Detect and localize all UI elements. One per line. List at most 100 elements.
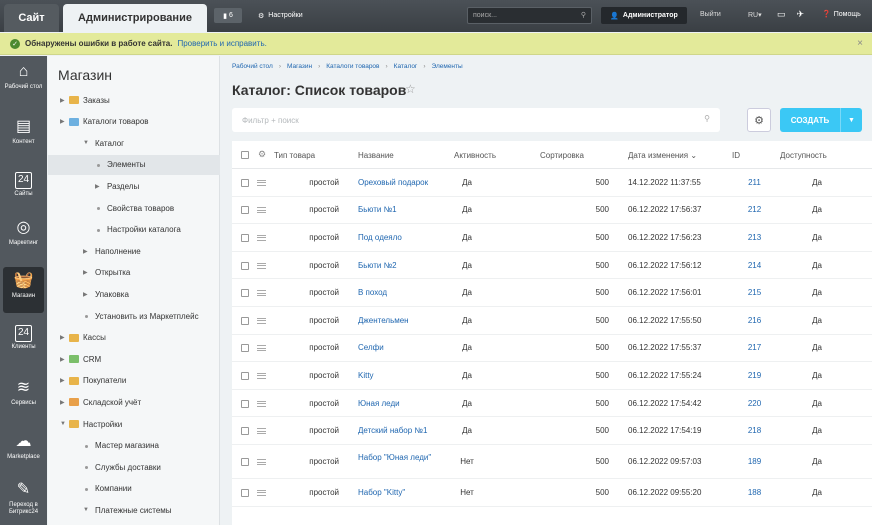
close-icon[interactable]: ×: [857, 38, 863, 49]
cell-name[interactable]: Бьюти №2: [358, 261, 443, 270]
menu-item[interactable]: Элементы: [48, 154, 220, 175]
chevron-right-icon[interactable]: ▶: [60, 377, 65, 384]
cell-name[interactable]: Детский набор №1: [358, 426, 443, 435]
drag-handle-icon[interactable]: [257, 372, 266, 379]
drag-handle-icon[interactable]: [257, 290, 266, 297]
chevron-down-icon[interactable]: ▼: [83, 507, 89, 513]
col-sort[interactable]: Сортировка: [540, 151, 584, 160]
chevron-right-icon[interactable]: ▶: [60, 97, 65, 104]
menu-item[interactable]: ▶ CRM: [48, 349, 220, 369]
row-checkbox[interactable]: [241, 261, 249, 270]
menu-item[interactable]: ▶ Складской учёт: [48, 392, 220, 412]
drag-handle-icon[interactable]: [257, 428, 266, 435]
nav-item-basket[interactable]: 🧺 Магазин: [3, 267, 44, 313]
menu-item[interactable]: ▶ Наполнение: [48, 241, 220, 261]
table-row[interactable]: простой Джентельмен Да 500 06.12.2022 17:55:…: [232, 307, 872, 335]
cell-id[interactable]: 219: [732, 371, 777, 380]
menu-item[interactable]: ▶ Упаковка: [48, 284, 220, 304]
logout-link[interactable]: Выйти: [700, 11, 721, 18]
drag-handle-icon[interactable]: [257, 317, 266, 324]
cell-name[interactable]: Набор "Юная леди": [358, 453, 443, 462]
chevron-right-icon[interactable]: ▶: [83, 248, 88, 255]
breadcrumb-item[interactable]: Рабочий стол: [232, 63, 273, 70]
select-all-checkbox[interactable]: [241, 151, 249, 159]
row-checkbox[interactable]: [241, 178, 249, 187]
menu-item[interactable]: ▶ Каталоги товаров: [48, 112, 220, 132]
drag-handle-icon[interactable]: [257, 489, 266, 496]
nav-item-target[interactable]: ◎ Маркетинг: [0, 214, 47, 260]
nav-item-bitrix24[interactable]: ✎ Переход в Битрикс24: [0, 476, 47, 522]
cell-name[interactable]: Джентельмен: [358, 316, 443, 325]
menu-item[interactable]: Свойства товаров: [48, 198, 220, 218]
table-row[interactable]: простой Ореховый подарок Да 500 14.12.2022 1…: [232, 169, 872, 197]
language-select[interactable]: RU▾: [748, 11, 762, 19]
cell-name[interactable]: Набор "Kitty": [358, 488, 443, 497]
cell-id[interactable]: 212: [732, 205, 777, 214]
row-checkbox[interactable]: [241, 427, 249, 436]
chevron-down-icon[interactable]: ▼: [83, 140, 89, 146]
check-fix-link[interactable]: Проверить и исправить.: [177, 39, 266, 48]
row-checkbox[interactable]: [241, 233, 249, 242]
drag-handle-icon[interactable]: [257, 207, 266, 214]
cell-id[interactable]: 188: [732, 488, 777, 497]
nav-item-calendar[interactable]: 24 Сайты: [0, 168, 47, 214]
breadcrumb-item[interactable]: Элементы: [431, 63, 462, 70]
table-row[interactable]: простой Набор "Юная леди" Нет 500 06.12.2022…: [232, 445, 872, 479]
drag-handle-icon[interactable]: [257, 400, 266, 407]
menu-item[interactable]: Мастер магазина: [48, 436, 220, 456]
nav-item-clients[interactable]: 24 Клиенты: [0, 321, 47, 367]
gear-icon[interactable]: ⚙: [258, 149, 266, 160]
table-row[interactable]: простой Детский набор №1 Да 500 06.12.2022 1…: [232, 417, 872, 445]
row-checkbox[interactable]: [241, 399, 249, 408]
menu-item[interactable]: Установить из Маркетплейс: [48, 306, 220, 326]
cell-name[interactable]: Kitty: [358, 371, 443, 380]
nav-item-document[interactable]: ▤ Контент: [0, 113, 47, 159]
search-input[interactable]: поиск... ⚲: [467, 7, 592, 24]
grid-settings-button[interactable]: ⚙: [747, 108, 771, 132]
menu-item[interactable]: ▶ Покупатели: [48, 371, 220, 391]
drag-handle-icon[interactable]: [257, 234, 266, 241]
row-checkbox[interactable]: [241, 458, 249, 466]
nav-item-cloud[interactable]: ☁ Marketplace: [0, 428, 47, 474]
cell-name[interactable]: Бьюти №1: [358, 205, 443, 214]
notifications-button[interactable]: ▮ 6: [214, 8, 242, 23]
window-icon[interactable]: ▭: [777, 9, 786, 20]
menu-item[interactable]: ▼ Настройки: [48, 414, 220, 434]
star-icon[interactable]: ☆: [405, 82, 416, 96]
settings-button[interactable]: ⚙ Настройки: [258, 8, 303, 23]
row-checkbox[interactable]: [241, 289, 249, 298]
row-checkbox[interactable]: [241, 371, 249, 380]
user-button[interactable]: 👤 Администратор: [601, 7, 687, 24]
table-row[interactable]: простой Под одеяло Да 500 06.12.2022 17:56:2…: [232, 224, 872, 252]
drag-handle-icon[interactable]: [257, 459, 266, 465]
col-date[interactable]: Дата изменения ⌄: [628, 151, 697, 160]
menu-item[interactable]: Компании: [48, 479, 220, 499]
cell-id[interactable]: 218: [732, 426, 777, 435]
tab-admin[interactable]: Администрирование: [63, 4, 207, 32]
chevron-right-icon[interactable]: ▶: [83, 291, 88, 298]
drag-handle-icon[interactable]: [257, 345, 266, 352]
cell-id[interactable]: 213: [732, 233, 777, 242]
cell-id[interactable]: 217: [732, 343, 777, 352]
chevron-down-icon[interactable]: ▼: [60, 421, 66, 427]
menu-item[interactable]: ▼ Каталог: [48, 133, 220, 153]
cell-name[interactable]: Юная леди: [358, 399, 443, 408]
chevron-right-icon[interactable]: ▶: [83, 269, 88, 276]
menu-item[interactable]: ▶ Открытка: [48, 263, 220, 283]
menu-item[interactable]: ▼ Платежные системы: [48, 500, 220, 520]
tab-site[interactable]: Сайт: [4, 4, 59, 32]
cell-name[interactable]: Под одеяло: [358, 233, 443, 242]
create-button[interactable]: СОЗДАТЬ ▼: [780, 108, 862, 132]
table-row[interactable]: простой Набор "Kitty" Нет 500 06.12.2022 09:…: [232, 479, 872, 507]
breadcrumb-item[interactable]: Каталоги товаров: [326, 63, 379, 70]
table-row[interactable]: простой Бьюти №1 Да 500 06.12.2022 17:56:37 2…: [232, 197, 872, 225]
col-name[interactable]: Название: [358, 151, 394, 160]
cell-name[interactable]: В поход: [358, 288, 443, 297]
pin-icon[interactable]: ✈: [797, 9, 805, 20]
cell-id[interactable]: 189: [732, 457, 777, 466]
cell-id[interactable]: 215: [732, 288, 777, 297]
row-checkbox[interactable]: [241, 344, 249, 353]
nav-item-layers[interactable]: ≋ Сервисы: [0, 374, 47, 420]
table-row[interactable]: простой Kitty Да 500 06.12.2022 17:55:24 219 Д…: [232, 362, 872, 390]
table-row[interactable]: простой Юная леди Да 500 06.12.2022 17:54:42…: [232, 390, 872, 418]
